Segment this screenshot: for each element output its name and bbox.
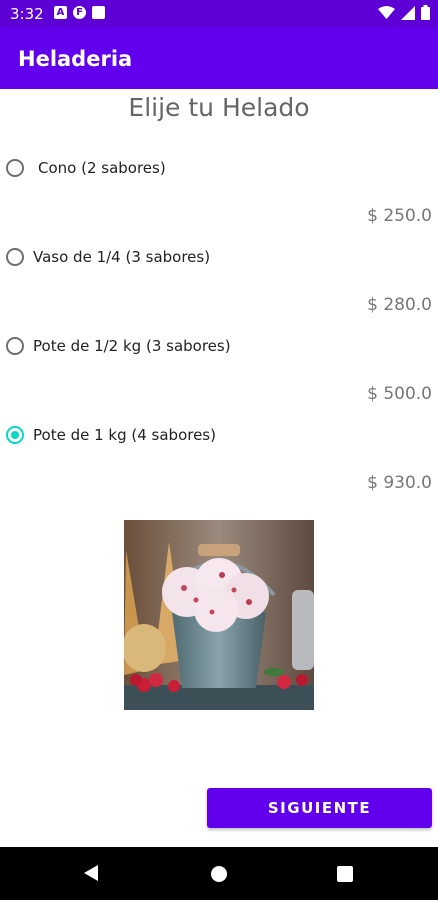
option-cono[interactable]: Cono (2 sabores) [6,159,166,177]
recents-icon[interactable] [337,866,353,882]
signal-icon [401,5,415,20]
radio-button[interactable] [6,248,24,266]
a-icon: A [54,6,67,19]
app-bar: Heladeria [0,27,438,89]
notification-icons: A F [54,6,105,19]
battery-icon [421,5,430,20]
price-pote-kilo: $ 930.0 [367,473,432,493]
radio-button[interactable] [6,159,24,177]
price-cono: $ 250.0 [367,206,432,226]
sd-card-icon [92,6,105,19]
option-label: Vaso de 1/4 (3 sabores) [33,248,211,266]
option-pote-kilo[interactable]: Pote de 1 kg (4 sabores) [6,426,216,444]
status-time: 3:32 [10,5,44,23]
ice-cream-image [124,520,314,710]
siguiente-button[interactable]: SIGUIENTE [207,788,432,828]
app-title: Heladeria [18,47,133,71]
option-pote-medio[interactable]: Pote de 1/2 kg (3 sabores) [6,337,231,355]
home-icon[interactable] [211,866,227,882]
option-vaso[interactable]: Vaso de 1/4 (3 sabores) [6,248,210,266]
option-label: Cono (2 sabores) [38,159,166,177]
price-vaso: $ 280.0 [367,295,432,315]
radio-button[interactable] [6,337,24,355]
radio-button-selected[interactable] [6,426,24,444]
back-icon[interactable] [82,864,100,882]
f-icon: F [73,6,86,19]
option-label: Pote de 1 kg (4 sabores) [33,426,216,444]
status-bar: 3:32 A F [0,0,438,27]
navigation-bar [0,847,438,900]
screen-title: Elije tu Helado [128,93,310,122]
price-pote-medio: $ 500.0 [367,384,432,404]
wifi-icon [378,5,395,19]
system-icons [378,5,430,20]
option-label: Pote de 1/2 kg (3 sabores) [33,337,231,355]
